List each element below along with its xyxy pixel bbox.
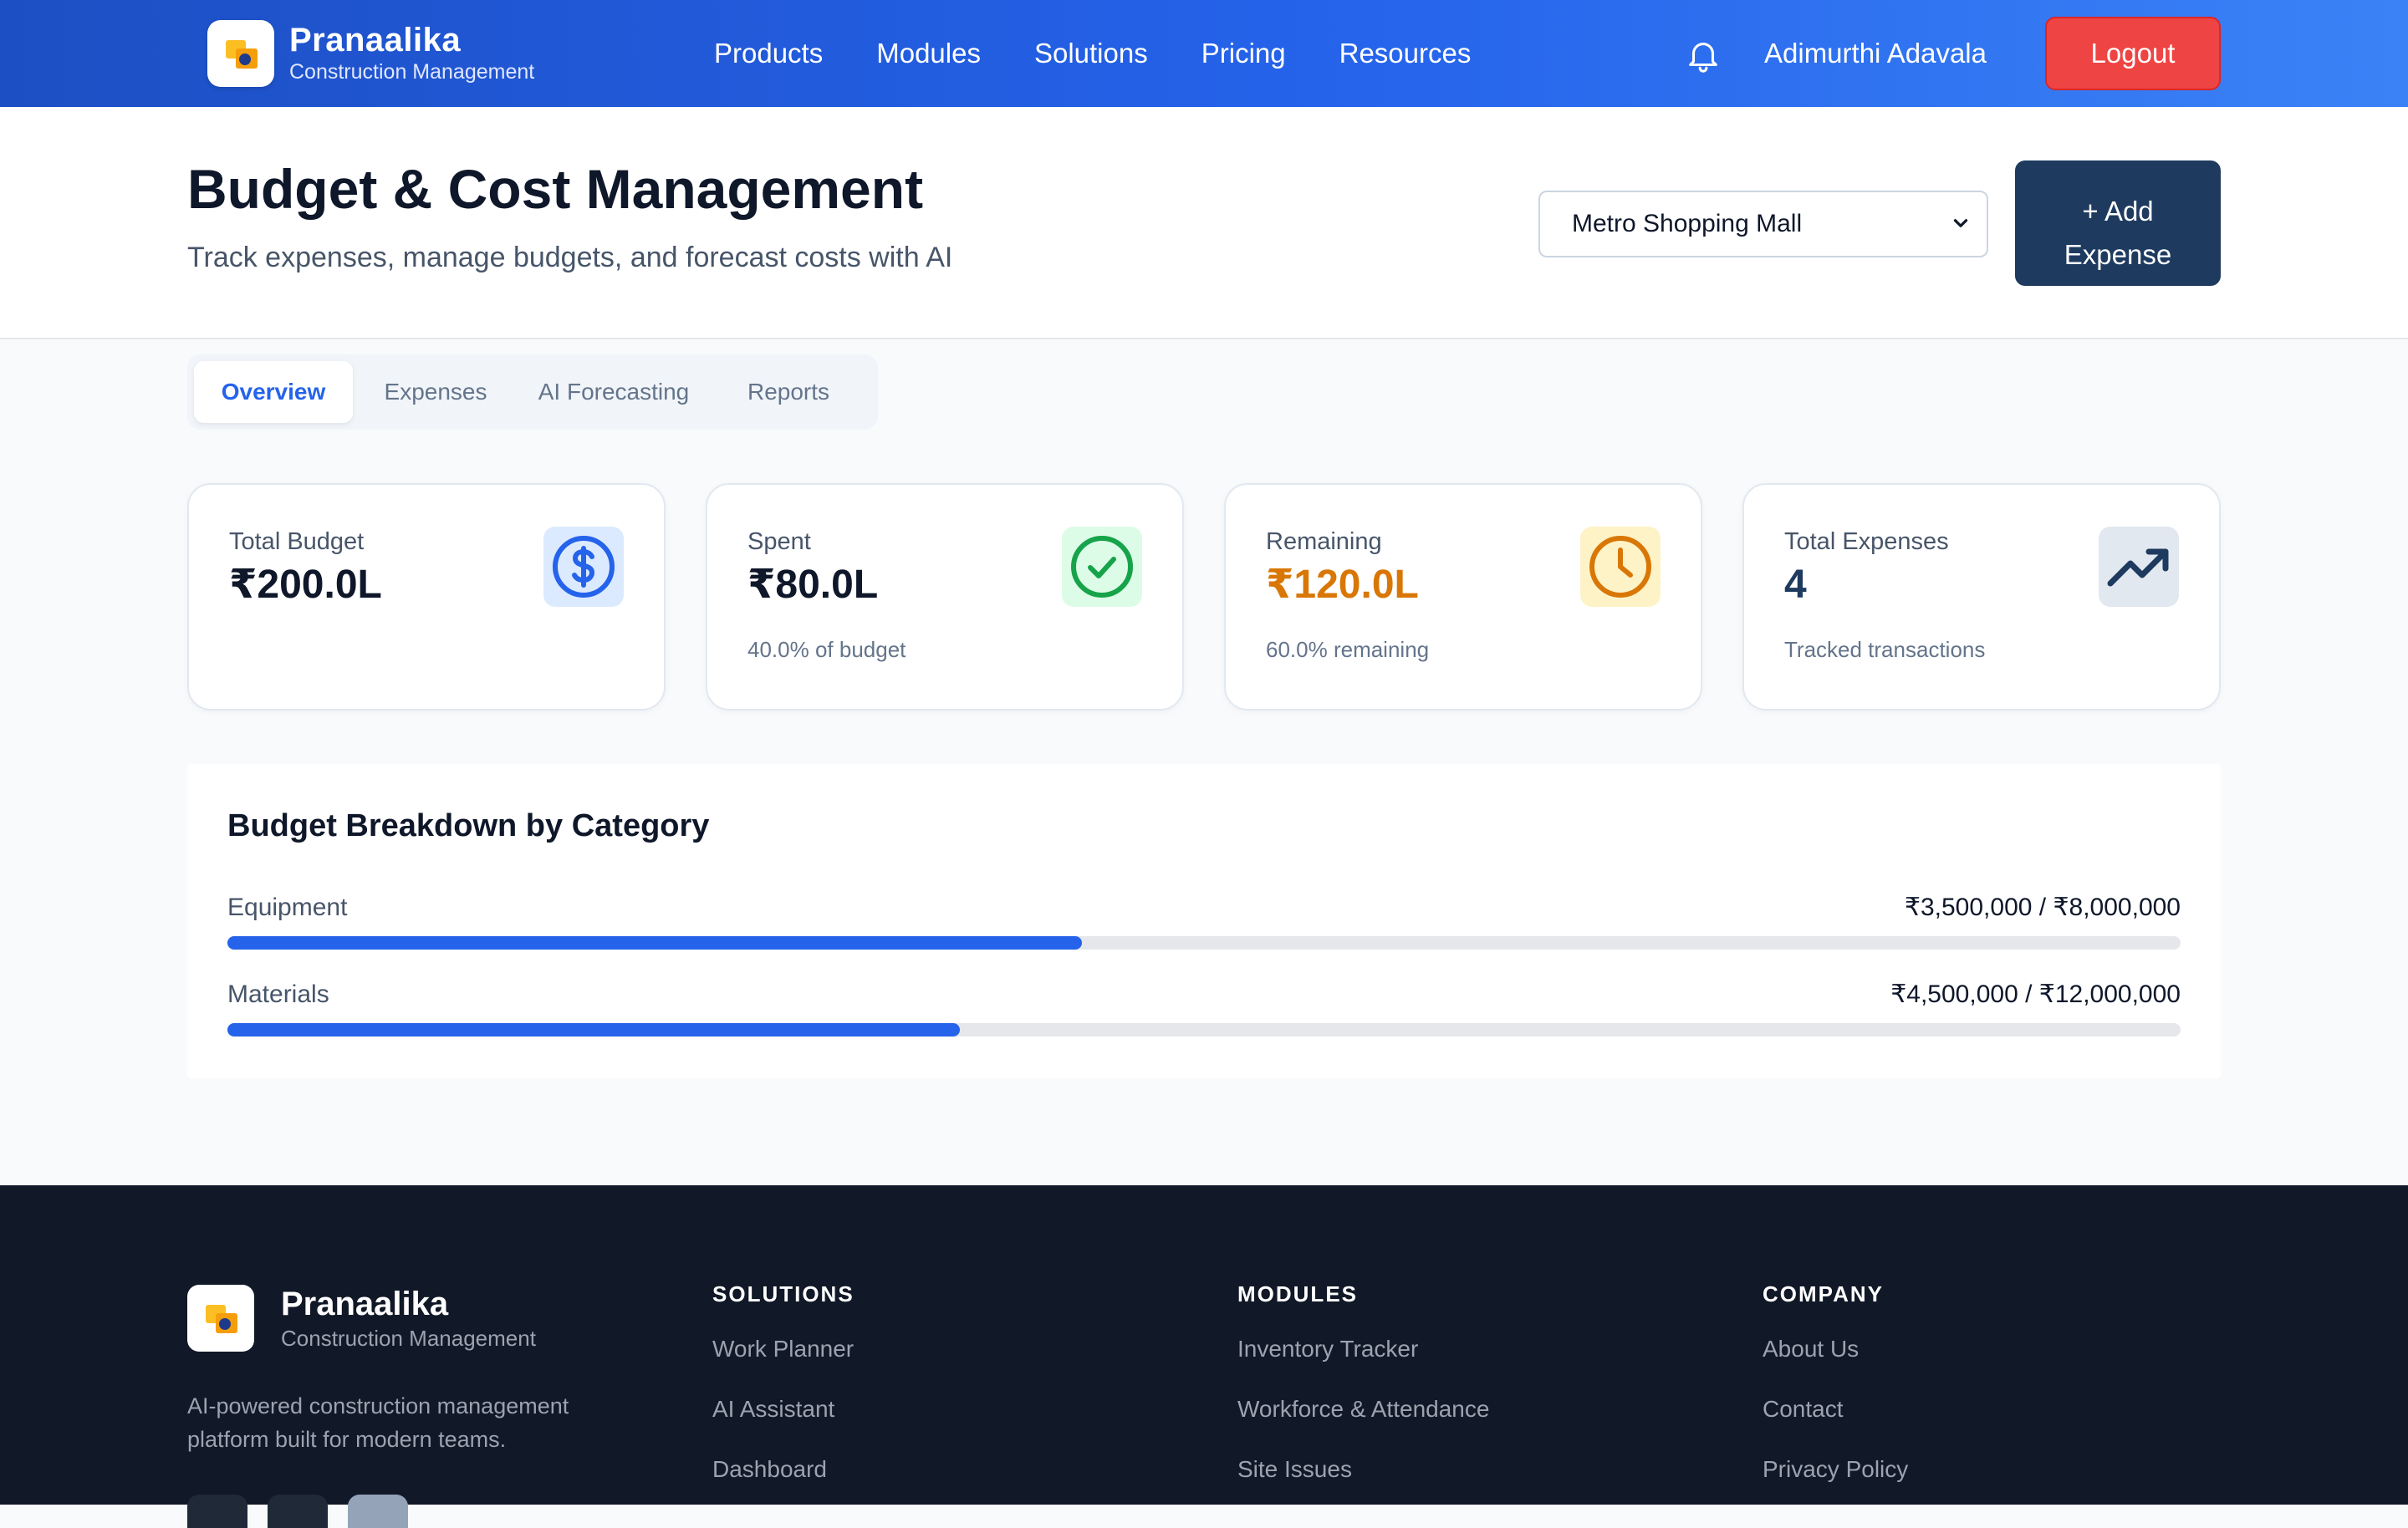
- main-nav: Products Modules Solutions Pricing Resou…: [714, 33, 1524, 74]
- nav-resources[interactable]: Resources: [1339, 33, 1472, 74]
- nav-products[interactable]: Products: [714, 33, 823, 74]
- footer: Pranaalika Construction Management AI-po…: [0, 1185, 2408, 1528]
- progress-fill: [227, 936, 1082, 950]
- nav-pricing[interactable]: Pricing: [1201, 33, 1286, 74]
- bell-icon[interactable]: [1684, 35, 1722, 75]
- stat-card-total-expenses: Total Expenses 4 Tracked transactions: [1742, 483, 2221, 711]
- project-select[interactable]: Metro Shopping Mall: [1538, 191, 1988, 257]
- stat-value: ₹80.0L: [747, 563, 879, 607]
- footer-heading: MODULES: [1237, 1281, 1358, 1306]
- stat-card-remaining: Remaining ₹120.0L 60.0% remaining: [1224, 483, 1702, 711]
- footer-link[interactable]: Site Issues: [1237, 1453, 1489, 1486]
- social-icon[interactable]: [187, 1495, 247, 1528]
- progress-fill: [227, 1023, 960, 1036]
- footer-link[interactable]: AI Assistant: [712, 1393, 855, 1426]
- category-label: Equipment: [227, 894, 348, 921]
- social-icon[interactable]: [348, 1495, 408, 1528]
- footer-brand[interactable]: Pranaalika Construction Management: [187, 1284, 536, 1352]
- progress-track: [227, 936, 2181, 950]
- top-navigation-bar: Pranaalika Construction Management Produ…: [0, 0, 2408, 107]
- tab-ai-forecasting[interactable]: AI Forecasting: [518, 361, 709, 423]
- progress-track: [227, 1023, 2181, 1036]
- stat-value: ₹120.0L: [1266, 563, 1419, 607]
- tab-bar: Overview Expenses AI Forecasting Reports: [187, 354, 878, 430]
- logo-icon: [187, 1285, 254, 1352]
- stat-note: 40.0% of budget: [747, 637, 906, 662]
- stat-card-spent: Spent ₹80.0L 40.0% of budget: [706, 483, 1184, 711]
- footer-description: AI-powered construction management platf…: [187, 1393, 569, 1452]
- page-header: Budget & Cost Management Track expenses,…: [0, 107, 2408, 339]
- stat-card-total-budget: Total Budget ₹200.0L: [187, 483, 666, 711]
- dollar-icon: [543, 527, 624, 607]
- add-expense-label-2: Expense: [2064, 239, 2172, 270]
- footer-link[interactable]: Inventory Tracker: [1237, 1332, 1489, 1366]
- page-title: Budget & Cost Management: [187, 158, 924, 220]
- tab-expenses[interactable]: Expenses: [353, 361, 518, 423]
- brand-name: Pranaalika: [289, 22, 462, 59]
- footer-link[interactable]: About Us: [1763, 1332, 1908, 1366]
- trending-up-icon: [2099, 527, 2179, 607]
- stat-value: ₹200.0L: [229, 563, 382, 607]
- tab-reports[interactable]: Reports: [709, 361, 868, 423]
- budget-breakdown-panel: Budget Breakdown by Category Equipment ₹…: [187, 764, 2221, 1078]
- stat-label: Total Budget: [229, 528, 365, 555]
- stat-value: 4: [1784, 563, 1807, 607]
- stat-note: Tracked transactions: [1784, 637, 1986, 662]
- nav-modules[interactable]: Modules: [876, 33, 981, 74]
- stat-label: Spent: [747, 528, 811, 555]
- footer-heading: SOLUTIONS: [712, 1281, 855, 1306]
- footer-link[interactable]: Contact: [1763, 1393, 1908, 1426]
- footer-link[interactable]: Dashboard: [712, 1453, 855, 1486]
- category-amount: ₹3,500,000 / ₹8,000,000: [1904, 894, 2181, 921]
- stat-label: Total Expenses: [1784, 528, 1949, 555]
- footer-link[interactable]: Work Planner: [712, 1332, 855, 1366]
- category-amount: ₹4,500,000 / ₹12,000,000: [1890, 980, 2181, 1008]
- logo-icon: [207, 20, 274, 87]
- add-expense-label-1: + Add: [2082, 196, 2154, 227]
- social-icon[interactable]: [268, 1495, 328, 1528]
- page-subtitle: Track expenses, manage budgets, and fore…: [187, 242, 953, 273]
- footer-column-modules: MODULES Inventory Tracker Workforce & At…: [1237, 1279, 1489, 1513]
- category-label: Materials: [227, 980, 329, 1008]
- tab-overview[interactable]: Overview: [194, 361, 353, 423]
- footer-link[interactable]: Workforce & Attendance: [1237, 1393, 1489, 1426]
- footer-brand-subtitle: Construction Management: [281, 1326, 536, 1351]
- user-name[interactable]: Adimurthi Adavala: [1764, 33, 1987, 74]
- footer-link[interactable]: Privacy Policy: [1763, 1453, 1908, 1486]
- nav-solutions[interactable]: Solutions: [1034, 33, 1148, 74]
- footer-brand-name: Pranaalika: [281, 1286, 449, 1322]
- add-expense-button[interactable]: + Add Expense: [2015, 160, 2221, 286]
- footer-column-company: COMPANY About Us Contact Privacy Policy: [1763, 1279, 1908, 1513]
- clock-icon: [1580, 527, 1661, 607]
- brand[interactable]: Pranaalika Construction Management: [207, 20, 534, 87]
- logout-button[interactable]: Logout: [2045, 17, 2221, 90]
- footer-heading: COMPANY: [1763, 1281, 1884, 1306]
- breakdown-title: Budget Breakdown by Category: [227, 808, 710, 843]
- brand-subtitle: Construction Management: [289, 60, 535, 84]
- stat-note: 60.0% remaining: [1266, 637, 1430, 662]
- stat-label: Remaining: [1266, 528, 1382, 555]
- chevron-down-icon: [1950, 212, 1972, 238]
- check-circle-icon: [1062, 527, 1142, 607]
- project-select-value: Metro Shopping Mall: [1572, 210, 1803, 237]
- footer-column-solutions: SOLUTIONS Work Planner AI Assistant Dash…: [712, 1279, 855, 1513]
